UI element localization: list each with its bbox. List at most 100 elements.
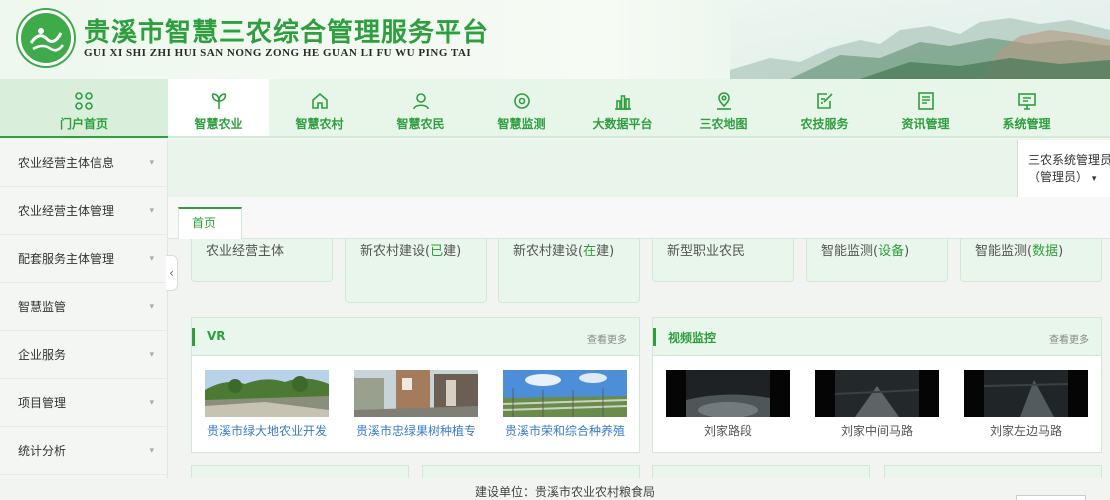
- video-panel: 视频监控 查看更多 刘家路段 刘家中间马路 刘家左边马路: [652, 317, 1102, 453]
- sidebar-item-smart-supervision[interactable]: 智慧监管 ▾: [0, 284, 168, 331]
- sidebar-item-label: 企业服务: [18, 348, 67, 362]
- stat-label: 智能监测(: [821, 244, 879, 259]
- nav-item-label: 智慧农村: [295, 117, 344, 131]
- stat-card-operators[interactable]: 农业经营主体: [191, 239, 333, 282]
- stat-label-highlight: 数据: [1032, 244, 1059, 259]
- nav-item-big-data[interactable]: 大数据平台: [572, 79, 673, 136]
- nav-item-label: 智慧农民: [396, 117, 445, 131]
- stat-label-highlight: 已: [430, 244, 444, 259]
- news-icon: [917, 92, 934, 110]
- map-pin-icon: [716, 92, 731, 110]
- nav-item-news-manage[interactable]: 资讯管理: [875, 79, 976, 136]
- stat-label: 农业经营主体: [206, 244, 285, 259]
- nav-item-agri-map[interactable]: 三农地图: [673, 79, 774, 136]
- stat-card-village-built[interactable]: 新农村建设(已建): [345, 239, 487, 303]
- user-name: 三农系统管理员: [1028, 153, 1110, 167]
- tab-bar: 首页: [168, 197, 1110, 239]
- chevron-down-icon: ▾: [149, 158, 154, 168]
- video-thumbnail[interactable]: [964, 370, 1088, 417]
- panel-partial: [191, 465, 409, 478]
- sidebar-item-label: 项目管理: [18, 396, 67, 410]
- sidebar-item-label: 配套服务主体管理: [18, 252, 115, 266]
- nav-item-label: 智慧农业: [194, 117, 243, 131]
- video-caption[interactable]: 刘家左边马路: [964, 422, 1088, 439]
- stat-label-highlight: 在: [583, 244, 597, 259]
- panel-title: VR: [207, 329, 226, 343]
- panel-partial: [884, 465, 1102, 478]
- chevron-down-icon: ▾: [149, 254, 154, 264]
- panel-accent-bar: [653, 328, 656, 346]
- eye-icon: [513, 93, 530, 109]
- app-root: { "header": { "title": "贵溪市智慧三农综合管理服务平台"…: [0, 0, 1110, 500]
- view-more-link[interactable]: 查看更多: [1049, 331, 1089, 346]
- video-caption[interactable]: 刘家中间马路: [815, 422, 939, 439]
- vr-caption[interactable]: 贵溪市忠绿果树种植专: [354, 422, 478, 439]
- stat-label: 新农村建设(: [360, 244, 431, 259]
- header: 贵溪市智慧三农综合管理服务平台 GUI XI SHI ZHI HUI SAN N…: [0, 0, 1110, 79]
- stat-card-new-farmers[interactable]: 新型职业农民: [652, 239, 794, 282]
- nav-item-smart-farmer[interactable]: 智慧农民: [370, 79, 471, 136]
- user-icon: [412, 93, 429, 110]
- stat-label-suffix: ): [1058, 244, 1064, 259]
- caret-down-icon: ▾: [1091, 174, 1097, 184]
- vr-thumbnail[interactable]: [503, 370, 627, 417]
- sidebar-item-label: 统计分析: [18, 444, 67, 458]
- nav-item-smart-village[interactable]: 智慧农村: [269, 79, 370, 136]
- stat-label: 智能监测(: [975, 244, 1033, 259]
- video-thumbnail[interactable]: [666, 370, 790, 417]
- chevron-left-icon: ‹: [169, 266, 174, 280]
- footer: 建设单位：贵溪市农业农村粮食局: [0, 478, 1110, 500]
- vr-thumbnail[interactable]: [354, 370, 478, 417]
- tab-home[interactable]: 首页: [178, 207, 242, 239]
- sidebar-item-enterprise-service[interactable]: 企业服务 ▾: [0, 332, 168, 379]
- sidebar-item-support-service[interactable]: 配套服务主体管理 ▾: [0, 236, 168, 283]
- sidebar-item-label: 农业经营主体信息: [18, 156, 115, 170]
- sidebar-item-operator-manage[interactable]: 农业经营主体管理 ▾: [0, 188, 168, 235]
- view-more-link[interactable]: 查看更多: [587, 331, 627, 346]
- mountain-banner: [730, 0, 1110, 79]
- nav-item-system-manage[interactable]: 系统管理: [976, 79, 1077, 136]
- vr-panel: VR 查看更多 贵溪市绿大地农业开发 贵溪市忠绿果树种植专 贵溪市荣和综合种养殖: [191, 317, 640, 453]
- nav-item-label: 智慧监测: [497, 117, 546, 131]
- nav-item-agri-tech[interactable]: 农技服务: [774, 79, 875, 136]
- sidebar-item-project-manage[interactable]: 项目管理 ▾: [0, 380, 168, 427]
- sidebar-item-label: 农业经营主体管理: [18, 204, 115, 218]
- page-subtitle: GUI XI SHI ZHI HUI SAN NONG ZONG HE GUAN…: [84, 47, 472, 59]
- sidebar-item-statistics[interactable]: 统计分析 ▾: [0, 428, 168, 475]
- nav-item-label: 农技服务: [800, 117, 849, 131]
- sidebar-item-label: 智慧监管: [18, 300, 67, 314]
- nav-item-label: 门户首页: [59, 117, 108, 131]
- stat-label-highlight: 设备: [878, 244, 905, 259]
- vr-caption[interactable]: 贵溪市绿大地农业开发: [205, 422, 329, 439]
- video-thumbnail[interactable]: [815, 370, 939, 417]
- stat-label-suffix: 建): [443, 244, 462, 259]
- stat-label: 新农村建设(: [513, 244, 584, 259]
- main-content: 农业经营主体 新农村建设(已建) 新农村建设(在建) 新型职业农民 智能监测(设…: [178, 239, 1110, 478]
- nav-item-smart-monitoring[interactable]: 智慧监测: [471, 79, 572, 136]
- stat-label-suffix: ): [904, 244, 910, 259]
- nav-item-portal-home[interactable]: 门户首页: [0, 79, 168, 138]
- user-role: （管理员）: [1028, 170, 1089, 184]
- footer-text: 建设单位：贵溪市农业农村粮食局: [474, 485, 655, 499]
- stat-card-monitor-data[interactable]: 智能监测(数据): [960, 239, 1102, 282]
- stat-card-village-building[interactable]: 新农村建设(在建): [498, 239, 640, 303]
- panel-partial: [652, 465, 870, 478]
- page-title: 贵溪市智慧三农综合管理服务平台: [84, 18, 490, 48]
- edit-doc-icon: [816, 93, 833, 109]
- sidebar-collapse-button[interactable]: ‹: [166, 255, 178, 291]
- user-menu[interactable]: 三农系统管理员 （管理员） ▾: [1017, 140, 1110, 197]
- bar-chart-icon: [614, 95, 631, 110]
- stat-label: 新型职业农民: [667, 244, 746, 259]
- vr-caption[interactable]: 贵溪市荣和综合种养殖: [503, 422, 627, 439]
- nav-item-smart-agriculture[interactable]: 智慧农业: [168, 79, 269, 136]
- panel-partial: [422, 465, 640, 478]
- chevron-down-icon: ▾: [149, 302, 154, 312]
- sidebar-item-operator-info[interactable]: 农业经营主体信息 ▾: [0, 140, 168, 187]
- nav-item-label: 大数据平台: [592, 117, 653, 131]
- top-nav: 门户首页 智慧农业 智慧农村 智慧农民 智慧监测 大数据平台 三农地图 农技服务…: [0, 79, 1110, 138]
- vr-thumbnail[interactable]: [205, 370, 329, 417]
- nav-item-label: 系统管理: [1002, 117, 1051, 131]
- stat-card-monitor-devices[interactable]: 智能监测(设备): [806, 239, 948, 282]
- nav-item-label: 三农地图: [699, 117, 748, 131]
- video-caption[interactable]: 刘家路段: [666, 422, 790, 439]
